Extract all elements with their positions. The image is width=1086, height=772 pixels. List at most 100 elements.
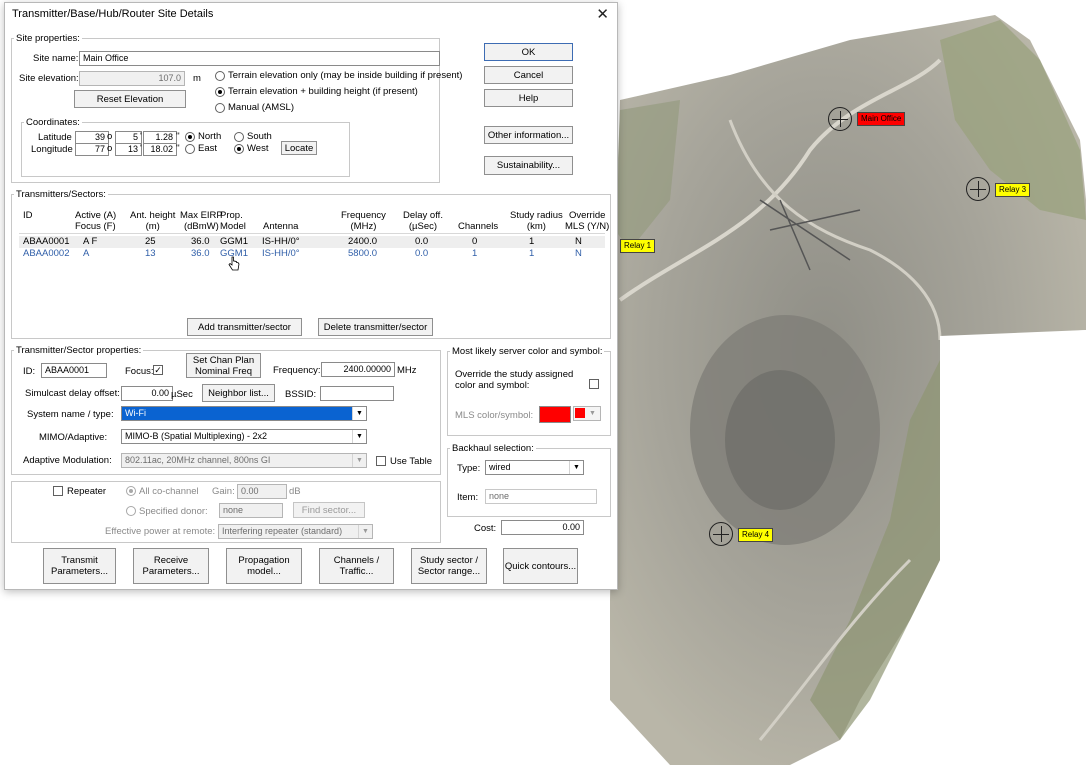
table-row[interactable]: ABAA0002 A 13 36.0 GGM1 IS-HH/0° 5800.0 … <box>19 248 605 260</box>
longitude-degrees-input[interactable]: 77 <box>75 143 109 156</box>
system-type-value: Wi-Fi <box>125 408 146 418</box>
specified-donor-label: Specified donor: <box>139 506 208 517</box>
simulcast-delay-input[interactable]: 0.00 <box>121 386 173 401</box>
frequency-unit: MHz <box>397 365 417 376</box>
effective-power-dropdown[interactable]: Interfering repeater (standard) ▼ <box>218 524 373 539</box>
cost-input[interactable]: 0.00 <box>501 520 584 535</box>
site-properties-legend: Site properties: <box>16 33 80 44</box>
terrain-only-radio[interactable] <box>215 71 225 81</box>
set-chan-plan-button[interactable]: Set Chan Plan Nominal Freq <box>186 353 261 378</box>
column-header-max-eirp[interactable]: Max EIRP (dBmW) <box>180 210 223 232</box>
all-cochannel-radio[interactable] <box>126 486 136 496</box>
cell-id: ABAA0001 <box>23 236 70 247</box>
map-label-relay-1[interactable]: Relay 1 <box>620 239 656 253</box>
site-marker-relay-3[interactable] <box>966 177 990 201</box>
help-button[interactable]: Help <box>484 89 573 107</box>
delete-transmitter-button[interactable]: Delete transmitter/sector <box>318 318 433 336</box>
column-header-antenna[interactable]: Antenna <box>263 221 298 232</box>
column-header-active-focus[interactable]: Active (A) Focus (F) <box>75 210 116 232</box>
mls-color-swatch[interactable] <box>539 406 571 423</box>
system-type-dropdown[interactable]: Wi-Fi ▼ <box>121 406 367 421</box>
map-label-relay-4[interactable]: Relay 4 <box>738 528 774 542</box>
frequency-input[interactable]: 2400.00000 <box>321 362 395 377</box>
column-header-ant-height[interactable]: Ant. height (m) <box>130 210 175 232</box>
propagation-model-button[interactable]: Propagation model... <box>226 548 302 584</box>
chevron-down-icon[interactable]: ▼ <box>352 407 366 420</box>
map-label-relay-3[interactable]: Relay 3 <box>995 183 1031 197</box>
column-header-frequency[interactable]: Frequency (MHz) <box>341 210 386 232</box>
locate-button[interactable]: Locate <box>281 141 317 155</box>
backhaul-type-dropdown[interactable]: wired ▼ <box>485 460 584 475</box>
latitude-degree-symbol: o <box>107 131 113 142</box>
column-header-override-mls[interactable]: Override MLS (Y/N) <box>565 210 609 232</box>
override-mls-label: Override the study assigned color and sy… <box>455 369 574 391</box>
cell-max-eirp: 36.0 <box>191 248 210 259</box>
receive-parameters-button[interactable]: Receive Parameters... <box>133 548 209 584</box>
focus-checkbox[interactable]: ✓ <box>153 365 163 375</box>
column-header-id[interactable]: ID <box>23 210 33 221</box>
chevron-down-icon[interactable]: ▼ <box>352 430 366 443</box>
site-elevation-input[interactable]: 107.0 <box>79 71 185 86</box>
latitude-label: Latitude <box>38 132 72 143</box>
chevron-down-icon[interactable]: ▼ <box>358 525 372 538</box>
column-header-channels[interactable]: Channels <box>458 221 498 232</box>
manual-amsl-radio[interactable] <box>215 103 225 113</box>
effective-power-label: Effective power at remote: <box>105 526 216 537</box>
longitude-label: Longitude <box>31 144 73 155</box>
override-mls-checkbox[interactable] <box>589 379 599 389</box>
column-header-delay-offset[interactable]: Delay off. (µSec) <box>403 210 443 232</box>
table-row[interactable]: ABAA0001 A F 25 36.0 GGM1 IS-HH/0° 2400.… <box>19 236 605 248</box>
simulcast-delay-unit: µSec <box>171 389 193 400</box>
west-radio[interactable] <box>234 144 244 154</box>
sustainability-button[interactable]: Sustainability... <box>484 156 573 175</box>
transmitters-list[interactable]: ABAA0001 A F 25 36.0 GGM1 IS-HH/0° 2400.… <box>19 233 605 312</box>
find-sector-button[interactable]: Find sector... <box>293 502 365 518</box>
repeater-checkbox[interactable] <box>53 486 63 496</box>
map-label-main-office[interactable]: Main Office <box>857 112 906 126</box>
add-transmitter-button[interactable]: Add transmitter/sector <box>187 318 302 336</box>
study-sector-button[interactable]: Study sector / Sector range... <box>411 548 487 584</box>
site-marker-relay-4[interactable] <box>709 522 733 546</box>
site-marker-main-office[interactable] <box>828 107 852 131</box>
transmit-parameters-button[interactable]: Transmit Parameters... <box>43 548 116 584</box>
east-radio[interactable] <box>185 144 195 154</box>
cell-frequency: 5800.0 <box>348 248 378 259</box>
longitude-minutes-input[interactable]: 13 <box>115 143 142 156</box>
chevron-down-icon[interactable]: ▼ <box>352 454 366 467</box>
terrain-plus-building-radio[interactable] <box>215 87 225 97</box>
aerial-map[interactable]: Main Office Relay 3 Relay 1 Relay 4 <box>610 0 1086 769</box>
channels-traffic-button[interactable]: Channels / Traffic... <box>319 548 394 584</box>
mimo-adaptive-dropdown[interactable]: MIMO-B (Spatial Multiplexing) - 2x2 ▼ <box>121 429 367 444</box>
site-name-input[interactable]: Main Office <box>79 51 440 66</box>
south-radio[interactable] <box>234 132 244 142</box>
specified-donor-radio[interactable] <box>126 506 136 516</box>
mls-symbol-dropdown[interactable]: ▼ <box>573 406 601 421</box>
quick-contours-button[interactable]: Quick contours... <box>503 548 578 584</box>
other-information-button[interactable]: Other information... <box>484 126 573 144</box>
column-header-study-radius[interactable]: Study radius (km) <box>510 210 563 232</box>
site-details-dialog: Transmitter/Base/Hub/Router Site Details… <box>4 2 618 590</box>
adaptive-modulation-dropdown[interactable]: 802.11ac, 20MHz channel, 800ns GI ▼ <box>121 453 367 468</box>
cell-ant-height: 13 <box>145 248 156 259</box>
use-table-checkbox[interactable] <box>376 456 386 466</box>
north-radio[interactable] <box>185 132 195 142</box>
ok-button[interactable]: OK <box>484 43 573 61</box>
focus-label: Focus: <box>125 366 154 377</box>
bssid-input[interactable] <box>320 386 394 401</box>
site-elevation-label: Site elevation: <box>19 73 79 84</box>
gain-input[interactable]: 0.00 <box>237 484 287 499</box>
neighbor-list-button[interactable]: Neighbor list... <box>202 384 275 402</box>
reset-elevation-button[interactable]: Reset Elevation <box>74 90 186 108</box>
backhaul-item-input[interactable]: none <box>485 489 597 504</box>
donor-input[interactable]: none <box>219 503 283 518</box>
chevron-down-icon[interactable]: ▼ <box>569 461 583 474</box>
longitude-seconds-input[interactable]: 18.02 <box>143 143 177 156</box>
adaptive-modulation-label: Adaptive Modulation: <box>23 455 112 466</box>
sector-id-input[interactable]: ABAA0001 <box>41 363 107 378</box>
cancel-button[interactable]: Cancel <box>484 66 573 84</box>
close-icon[interactable]: ✕ <box>596 5 609 23</box>
chevron-down-icon[interactable]: ▼ <box>589 407 596 420</box>
column-header-prop-model[interactable]: Prop. Model <box>220 210 246 232</box>
cell-override-mls: N <box>575 248 582 259</box>
system-type-label: System name / type: <box>27 409 114 420</box>
